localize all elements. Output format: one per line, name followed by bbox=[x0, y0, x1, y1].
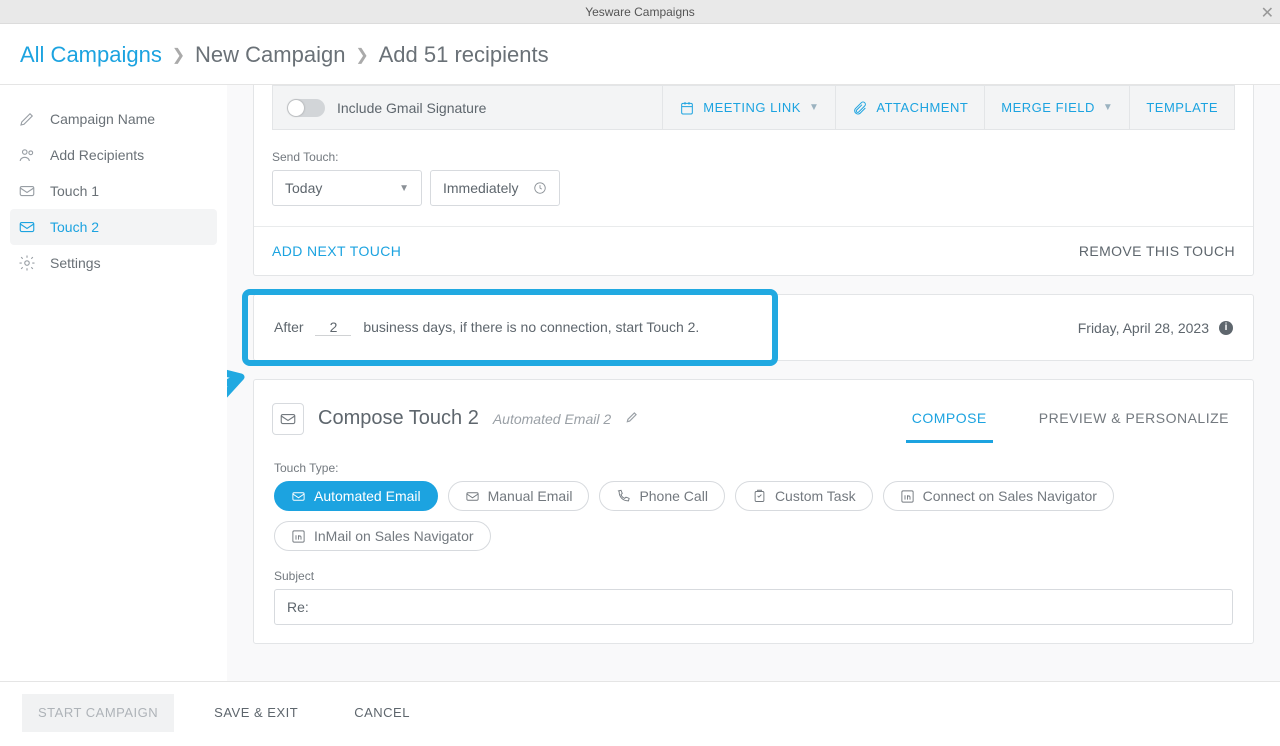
compose-subtitle: Automated Email 2 bbox=[493, 411, 611, 427]
close-icon[interactable]: ✕ bbox=[1261, 2, 1274, 26]
touch-1-card: Include Gmail Signature MEETING LINK ▼ A… bbox=[253, 85, 1254, 276]
tool-label: MERGE FIELD bbox=[1001, 100, 1095, 115]
chevron-right-icon: ❯ bbox=[172, 45, 185, 65]
save-exit-button[interactable]: SAVE & EXIT bbox=[198, 694, 314, 732]
mail-send-icon bbox=[272, 403, 304, 435]
breadcrumb-new-campaign[interactable]: New Campaign bbox=[195, 42, 345, 67]
pill-label: Phone Call bbox=[639, 488, 708, 504]
delay-days-input[interactable] bbox=[315, 319, 351, 336]
window-title: Yesware Campaigns bbox=[585, 5, 695, 19]
pill-label: Connect on Sales Navigator bbox=[923, 488, 1097, 504]
delay-rule-text: After business days, if there is no conn… bbox=[274, 319, 699, 336]
footer-bar: START CAMPAIGN SAVE & EXIT CANCEL bbox=[0, 681, 1280, 743]
touch-2-card: Compose Touch 2 Automated Email 2 COMPOS… bbox=[253, 379, 1254, 644]
calendar-icon bbox=[679, 100, 695, 116]
sidebar-item-campaign-name[interactable]: Campaign Name bbox=[10, 101, 217, 137]
tool-label: TEMPLATE bbox=[1146, 100, 1218, 115]
sidebar-item-label: Campaign Name bbox=[50, 111, 155, 127]
annotation-arrow bbox=[227, 355, 253, 425]
window-titlebar: Yesware Campaigns ✕ bbox=[0, 0, 1280, 24]
add-next-touch-button[interactable]: ADD NEXT TOUCH bbox=[272, 243, 401, 259]
subject-input[interactable] bbox=[274, 589, 1233, 625]
delay-rule-card: After business days, if there is no conn… bbox=[253, 294, 1254, 361]
send-touch-label: Send Touch: bbox=[272, 150, 1235, 164]
sidebar-item-settings[interactable]: Settings bbox=[10, 245, 217, 281]
touch-type-pills: Automated Email Manual Email Phone Call bbox=[274, 481, 1233, 551]
send-day-select[interactable]: Today ▼ bbox=[272, 170, 422, 206]
select-value: Immediately bbox=[443, 180, 518, 196]
pill-automated-email[interactable]: Automated Email bbox=[274, 481, 438, 511]
chevron-down-icon: ▼ bbox=[1103, 102, 1113, 113]
remove-touch-button[interactable]: REMOVE THIS TOUCH bbox=[1079, 243, 1235, 259]
tab-preview[interactable]: PREVIEW & PERSONALIZE bbox=[1033, 394, 1235, 443]
pill-manual-email[interactable]: Manual Email bbox=[448, 481, 590, 511]
cancel-button[interactable]: CANCEL bbox=[338, 694, 426, 732]
template-button[interactable]: TEMPLATE bbox=[1129, 86, 1234, 129]
sidebar-item-touch-2[interactable]: Touch 2 bbox=[10, 209, 217, 245]
tab-compose[interactable]: COMPOSE bbox=[906, 394, 993, 443]
compose-title: Compose Touch 2 bbox=[318, 407, 479, 430]
breadcrumb-root[interactable]: All Campaigns bbox=[20, 42, 162, 67]
linkedin-icon bbox=[900, 489, 915, 504]
tool-label: MEETING LINK bbox=[703, 100, 801, 115]
linkedin-icon bbox=[291, 529, 306, 544]
pill-label: Manual Email bbox=[488, 488, 573, 504]
pill-label: InMail on Sales Navigator bbox=[314, 528, 474, 544]
task-icon bbox=[752, 489, 767, 504]
pill-custom-task[interactable]: Custom Task bbox=[735, 481, 873, 511]
users-icon bbox=[18, 146, 36, 164]
chevron-down-icon: ▼ bbox=[809, 102, 819, 113]
pill-label: Automated Email bbox=[314, 488, 421, 504]
attachment-button[interactable]: ATTACHMENT bbox=[835, 86, 984, 129]
mail-send-icon bbox=[18, 218, 36, 236]
pill-inmail-navigator[interactable]: InMail on Sales Navigator bbox=[274, 521, 491, 551]
merge-field-button[interactable]: MERGE FIELD ▼ bbox=[984, 86, 1129, 129]
phone-icon bbox=[616, 489, 631, 504]
delay-date: Friday, April 28, 2023 bbox=[1078, 320, 1209, 336]
sidebar-item-label: Touch 1 bbox=[50, 183, 99, 199]
delay-prefix: After bbox=[274, 319, 304, 335]
attachment-icon bbox=[852, 100, 868, 116]
edit-title-icon[interactable] bbox=[625, 410, 639, 427]
tool-label: ATTACHMENT bbox=[876, 100, 968, 115]
signature-toggle[interactable] bbox=[287, 99, 325, 117]
mail-auto-icon bbox=[291, 489, 306, 504]
sidebar-item-add-recipients[interactable]: Add Recipients bbox=[10, 137, 217, 173]
pill-connect-navigator[interactable]: Connect on Sales Navigator bbox=[883, 481, 1114, 511]
mail-send-icon bbox=[18, 182, 36, 200]
compose-toolbar: Include Gmail Signature MEETING LINK ▼ A… bbox=[272, 85, 1235, 130]
delay-suffix: business days, if there is no connection… bbox=[363, 319, 699, 335]
sidebar-item-touch-1[interactable]: Touch 1 bbox=[10, 173, 217, 209]
sidebar-item-label: Touch 2 bbox=[50, 219, 99, 235]
mail-icon bbox=[465, 489, 480, 504]
sidebar: Campaign Name Add Recipients Touch 1 Tou… bbox=[0, 85, 227, 681]
info-icon[interactable]: i bbox=[1219, 321, 1233, 335]
breadcrumb: All Campaigns ❯ New Campaign ❯ Add 51 re… bbox=[0, 24, 1280, 85]
chevron-down-icon: ▼ bbox=[399, 183, 409, 194]
gear-icon bbox=[18, 254, 36, 272]
pill-label: Custom Task bbox=[775, 488, 856, 504]
touch-type-label: Touch Type: bbox=[274, 461, 1233, 475]
breadcrumb-add-recipients: Add 51 recipients bbox=[379, 42, 549, 67]
chevron-right-icon: ❯ bbox=[355, 45, 368, 65]
subject-label: Subject bbox=[274, 569, 1233, 583]
meeting-link-button[interactable]: MEETING LINK ▼ bbox=[662, 86, 835, 129]
pill-phone-call[interactable]: Phone Call bbox=[599, 481, 725, 511]
send-time-select[interactable]: Immediately bbox=[430, 170, 560, 206]
signature-toggle-label: Include Gmail Signature bbox=[337, 100, 486, 116]
clock-icon bbox=[533, 181, 547, 195]
start-campaign-button[interactable]: START CAMPAIGN bbox=[22, 694, 174, 732]
pencil-icon bbox=[18, 110, 36, 128]
select-value: Today bbox=[285, 180, 322, 196]
sidebar-item-label: Settings bbox=[50, 255, 101, 271]
sidebar-item-label: Add Recipients bbox=[50, 147, 144, 163]
